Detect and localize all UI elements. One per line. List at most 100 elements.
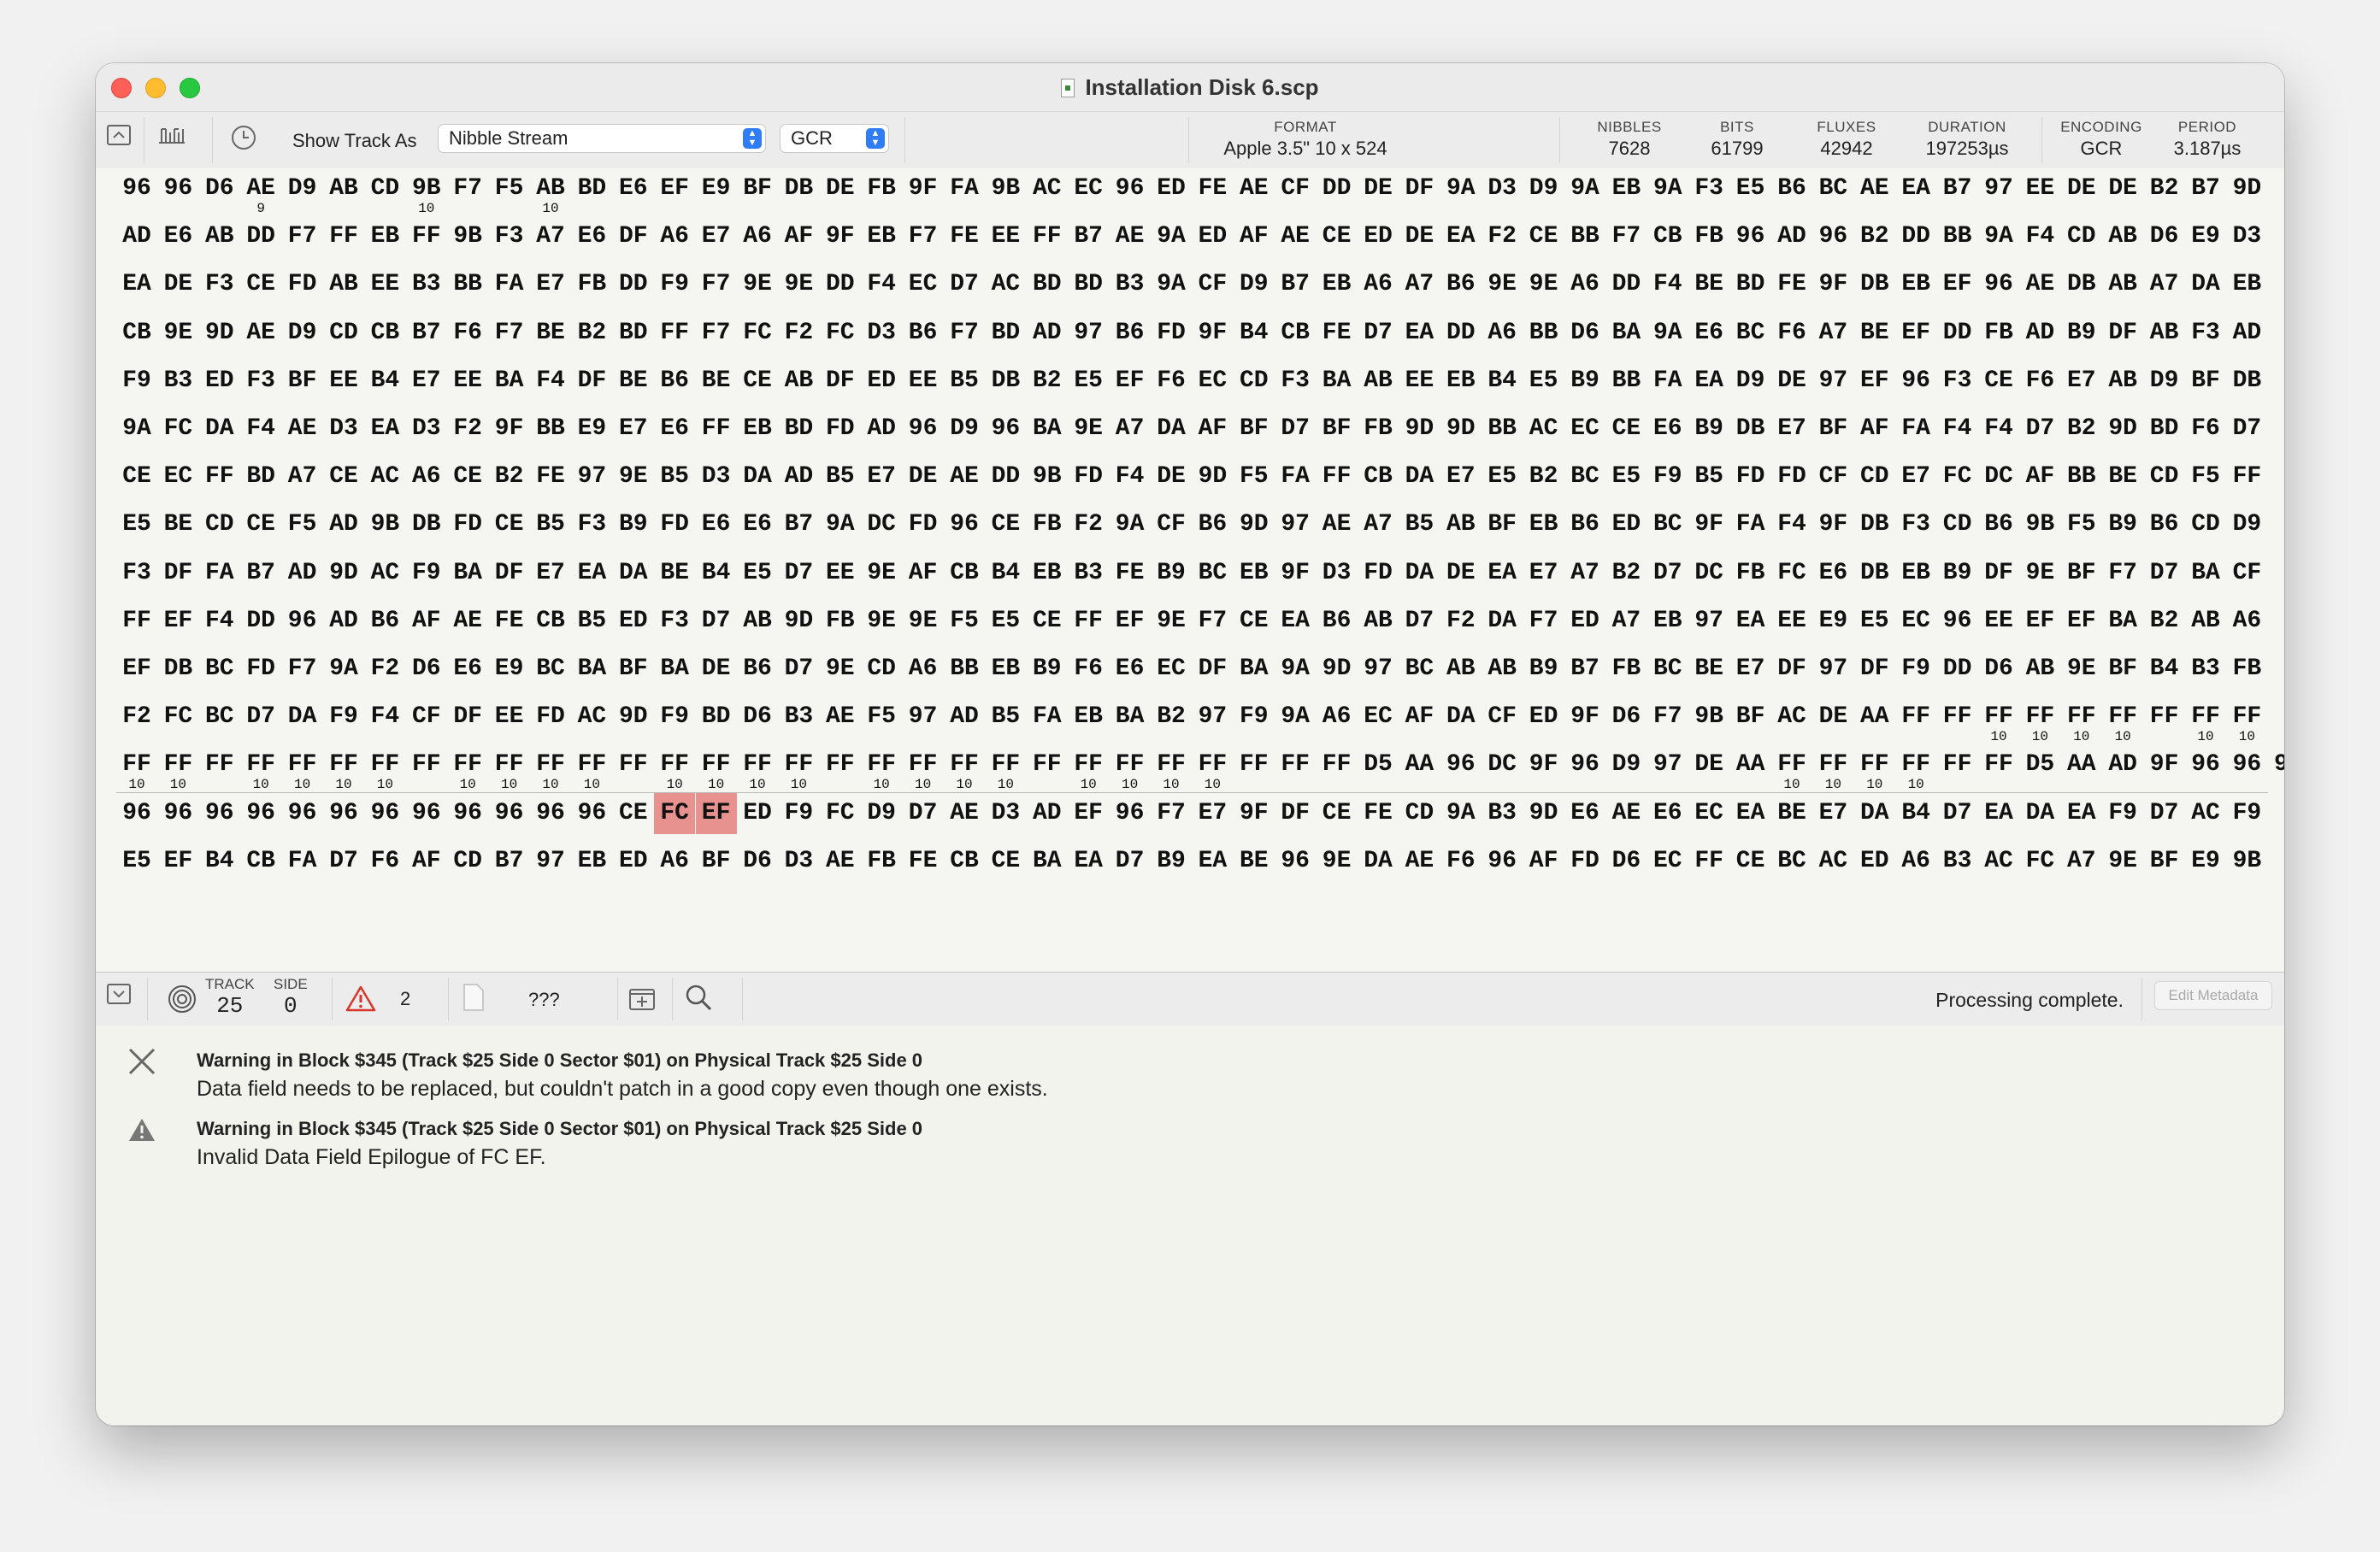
nibble-byte[interactable]: FF 10 — [447, 744, 488, 791]
nibble-byte[interactable]: FD — [240, 649, 281, 690]
nibble-byte[interactable]: F9 — [2102, 793, 2143, 834]
nibble-byte[interactable]: B7 — [406, 313, 447, 354]
nibble-byte[interactable]: 9B — [1027, 456, 1068, 497]
nibble-byte[interactable]: DA — [1854, 793, 1895, 834]
nibble-byte[interactable]: 9E — [861, 601, 902, 642]
nibble-byte[interactable]: DF — [1275, 793, 1316, 834]
nibble-byte[interactable]: F7 — [696, 264, 737, 305]
nibble-byte[interactable]: E7 — [1895, 456, 1936, 497]
nibble-byte[interactable]: FE — [1771, 264, 1812, 305]
nibble-byte[interactable]: CE — [240, 264, 281, 305]
nibble-byte[interactable]: E5 — [1605, 456, 1647, 497]
nibble-byte[interactable]: AA — [1854, 697, 1895, 738]
nibble-byte[interactable]: CF — [1812, 456, 1853, 497]
nibble-byte[interactable]: F7 — [489, 313, 530, 354]
nibble-byte[interactable]: FE — [1192, 168, 1233, 209]
nibble-byte[interactable]: ED — [1192, 216, 1233, 257]
nibble-byte[interactable]: AF — [903, 553, 944, 594]
nibble-byte[interactable]: E6 — [1647, 793, 1688, 834]
nibble-byte[interactable]: CE — [1978, 361, 2019, 402]
nibble-byte[interactable]: B6 — [903, 313, 944, 354]
nibble-byte[interactable]: BF — [696, 841, 737, 882]
nibble-byte[interactable]: CE — [116, 456, 157, 497]
nibble-byte[interactable]: FF — [1234, 744, 1275, 785]
nibble-byte[interactable]: 9A — [1564, 168, 1605, 209]
nibble-byte[interactable]: A7 — [2061, 841, 2102, 882]
nibble-byte[interactable]: FF 10 — [364, 744, 405, 791]
nibble-byte[interactable]: FD — [1068, 456, 1109, 497]
nibble-byte[interactable]: FE — [489, 601, 530, 642]
nibble-byte[interactable]: EF — [1854, 361, 1895, 402]
nibble-byte[interactable]: B4 — [696, 553, 737, 594]
nibble-byte[interactable]: DB — [1854, 553, 1895, 594]
nibble-byte[interactable]: CB — [1647, 216, 1688, 257]
nibble-byte[interactable]: FB — [1978, 313, 2019, 354]
nibble-byte[interactable]: BD — [1730, 264, 1771, 305]
nibble-byte[interactable]: BF — [282, 361, 323, 402]
nibble-byte[interactable]: 97 — [1978, 168, 2019, 209]
nibble-byte[interactable]: EF — [654, 168, 695, 209]
nibble-byte[interactable]: AD — [2226, 313, 2267, 354]
nibble-byte[interactable]: AC — [985, 264, 1026, 305]
nibble-byte[interactable]: FF — [323, 216, 364, 257]
nibble-byte[interactable]: EF — [1937, 264, 1978, 305]
nibble-byte[interactable]: EB — [1317, 264, 1358, 305]
nibble-byte[interactable]: AE — [2019, 264, 2060, 305]
nibble-byte[interactable]: 9A — [1110, 504, 1151, 545]
nibble-byte[interactable]: BD — [240, 456, 281, 497]
nibble-byte[interactable]: FF 10 — [696, 744, 737, 791]
nibble-byte[interactable]: FF — [1937, 697, 1978, 738]
nibble-byte[interactable]: BA — [2185, 553, 2226, 594]
nibble-byte[interactable]: DB — [985, 361, 1026, 402]
nibble-byte[interactable]: AF — [1234, 216, 1275, 257]
nibble-byte[interactable]: BB — [1482, 409, 1523, 450]
nibble-byte[interactable]: E6 — [1110, 649, 1151, 690]
nibble-byte[interactable]: CE — [1523, 216, 1564, 257]
nibble-byte[interactable]: 9F — [2144, 744, 2185, 785]
nibble-byte[interactable]: CE — [323, 456, 364, 497]
nibble-byte[interactable]: CF — [2226, 553, 2267, 594]
nibble-byte[interactable]: BF — [2102, 649, 2143, 690]
nibble-byte[interactable]: BE — [654, 553, 695, 594]
nibble-byte[interactable]: 96 — [447, 793, 488, 834]
nibble-byte[interactable]: B6 — [654, 361, 695, 402]
nibble-byte[interactable]: BF — [2185, 361, 2226, 402]
nibble-byte[interactable]: D7 — [778, 553, 819, 594]
nibble-byte[interactable]: FA — [1647, 361, 1688, 402]
nibble-byte[interactable]: F7 — [944, 313, 985, 354]
nibble-byte[interactable]: B9 — [1523, 649, 1564, 690]
nibble-byte[interactable]: 9A — [1275, 649, 1316, 690]
nibble-byte[interactable]: EC — [157, 456, 198, 497]
nibble-byte[interactable]: 9F — [1812, 504, 1853, 545]
nibble-byte[interactable]: A7 — [1358, 504, 1399, 545]
nibble-byte[interactable]: 9A — [1978, 216, 2019, 257]
nibble-byte[interactable]: 9D — [1440, 409, 1482, 450]
nibble-byte[interactable]: AB — [323, 264, 364, 305]
nibble-byte[interactable]: BB — [447, 264, 488, 305]
nibble-byte[interactable]: B4 — [199, 841, 240, 882]
nibble-byte[interactable]: A7 — [1812, 313, 1853, 354]
nibble-byte[interactable]: F2 — [1440, 601, 1482, 642]
nibble-byte[interactable]: EA — [116, 264, 157, 305]
nibble-byte[interactable]: ED — [613, 601, 654, 642]
nibble-byte[interactable]: 96 — [530, 793, 571, 834]
nibble-byte[interactable]: AB — [2185, 601, 2226, 642]
nibble-byte[interactable]: 9D — [323, 553, 364, 594]
nibble-byte[interactable]: DF — [1192, 649, 1233, 690]
nibble-byte[interactable]: B4 — [1234, 313, 1275, 354]
nibble-byte[interactable]: ED — [1605, 504, 1647, 545]
nibble-byte[interactable]: B2 — [2144, 168, 2185, 209]
nibble-byte[interactable]: AC — [2185, 793, 2226, 834]
nibble-byte[interactable]: AE — [282, 409, 323, 450]
nibble-byte[interactable]: F7 — [282, 216, 323, 257]
nibble-byte[interactable]: DE — [1399, 216, 1440, 257]
nibble-byte[interactable]: AB — [323, 168, 364, 209]
nibble-byte[interactable]: FF 10 — [2019, 697, 2060, 744]
nibble-byte[interactable]: AA — [2061, 744, 2102, 785]
nibble-byte[interactable]: BE — [613, 361, 654, 402]
nibble-byte[interactable]: FD — [1151, 313, 1192, 354]
nibble-byte[interactable]: EB — [2226, 264, 2267, 305]
nibble-byte[interactable]: BC — [1647, 504, 1688, 545]
nibble-byte[interactable]: EA — [1399, 313, 1440, 354]
nibble-byte[interactable]: DE — [903, 456, 944, 497]
